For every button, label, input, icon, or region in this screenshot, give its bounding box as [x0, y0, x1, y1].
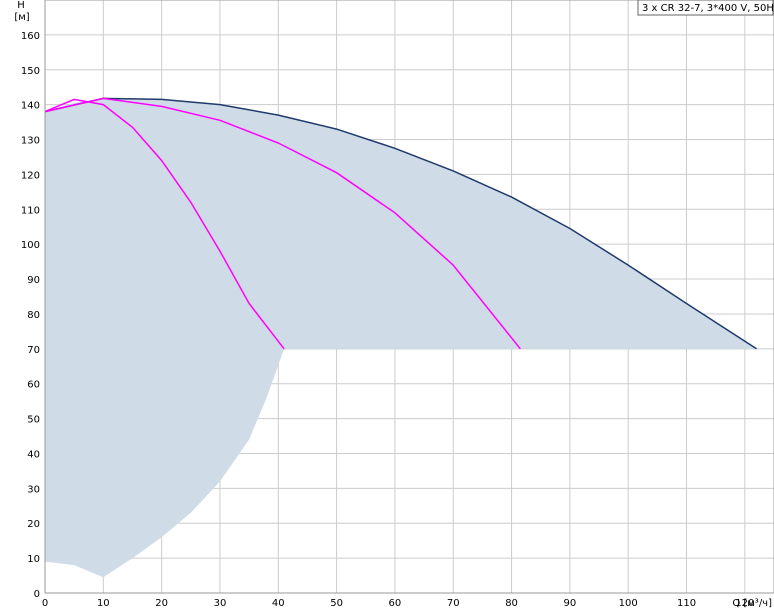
x-axis-label: Q [м³/ч]	[732, 598, 772, 609]
y-axis-label: H	[17, 0, 25, 11]
operating-area	[45, 98, 757, 578]
pump-performance-chart: 0 10 20 30 40 50 60 70 80 90 100 110 120 0 10 20 30 40 50…	[14, 0, 774, 609]
y-tick-label: 30	[27, 484, 40, 495]
y-tick-label: 0	[34, 589, 40, 600]
y-tick-label: 80	[27, 310, 40, 321]
y-tick-label: 130	[21, 136, 40, 147]
x-tick-label: 50	[330, 598, 343, 609]
x-tick-label: 70	[447, 598, 460, 609]
y-tick-label: 20	[27, 519, 40, 530]
y-tick-label: 70	[27, 345, 40, 356]
x-tick-label: 20	[155, 598, 168, 609]
y-tick-label: 140	[21, 101, 40, 112]
legend-label: 3 x CR 32-7, 3*400 V, 50Hz	[642, 3, 774, 14]
x-tick-label: 60	[389, 598, 402, 609]
y-axis-unit: [м]	[14, 12, 29, 23]
y-tick-label: 110	[21, 205, 40, 216]
x-tick-label: 110	[677, 598, 696, 609]
y-tick-label: 40	[27, 449, 40, 460]
y-tick-label: 120	[21, 170, 40, 181]
y-tick-label: 150	[21, 66, 40, 77]
x-axis: 0 10 20 30 40 50 60 70 80 90 100 110 120	[42, 598, 755, 609]
x-tick-label: 40	[272, 598, 285, 609]
y-axis: 0 10 20 30 40 50 60 70 80 90 100 110 120 130 140 150 160	[21, 31, 40, 600]
y-tick-label: 100	[21, 240, 40, 251]
x-tick-label: 10	[97, 598, 110, 609]
x-tick-label: 80	[505, 598, 518, 609]
legend: 3 x CR 32-7, 3*400 V, 50Hz	[637, 0, 774, 16]
y-tick-label: 50	[27, 415, 40, 426]
y-tick-label: 10	[27, 554, 40, 565]
y-tick-label: 60	[27, 380, 40, 391]
y-tick-label: 160	[21, 31, 40, 42]
y-tick-label: 90	[27, 275, 40, 286]
x-tick-label: 100	[619, 598, 638, 609]
x-tick-label: 0	[42, 598, 48, 609]
x-tick-label: 90	[564, 598, 577, 609]
x-tick-label: 30	[214, 598, 227, 609]
